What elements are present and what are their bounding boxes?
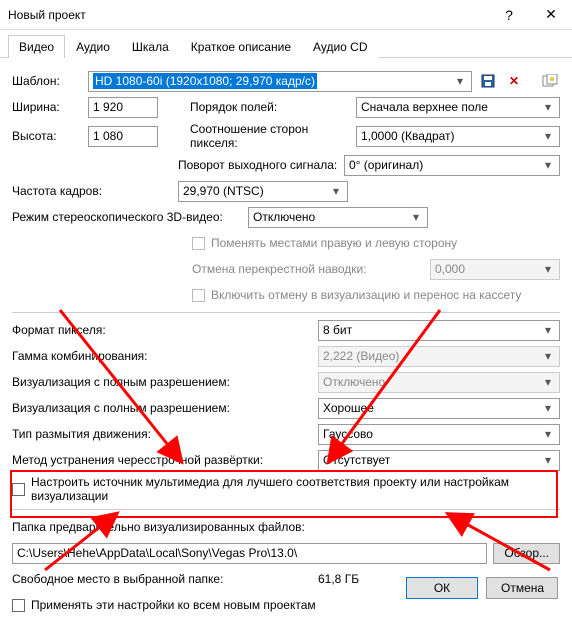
tab-audiocd[interactable]: Аудио CD — [302, 35, 379, 58]
tab-audio[interactable]: Аудио — [65, 35, 121, 58]
fieldorder-select[interactable]: Сначала верхнее поле▾ — [356, 97, 560, 118]
pixfmt-label: Формат пикселя: — [12, 323, 312, 337]
fullres2-select[interactable]: Хорошее▾ — [318, 398, 560, 419]
tab-ruler[interactable]: Шкала — [121, 35, 180, 58]
fieldorder-label: Порядок полей: — [190, 100, 350, 114]
tab-bar: Видео Аудио Шкала Краткое описание Аудио… — [0, 30, 572, 58]
width-label: Ширина: — [12, 100, 82, 114]
deinterlace-label: Метод устранения чересстрочной развёртки… — [12, 453, 312, 467]
save-template-icon[interactable] — [478, 71, 498, 91]
fullres2-label: Визуализация с полным разрешением: — [12, 401, 312, 415]
par-label: Соотношение сторон пикселя: — [190, 122, 350, 150]
motionblur-label: Тип размытия движения: — [12, 427, 312, 441]
pixfmt-select[interactable]: 8 бит▾ — [318, 320, 560, 341]
fullres1-label: Визуализация с полным разрешением: — [12, 375, 312, 389]
rotation-label: Поворот выходного сигнала: — [178, 158, 338, 172]
browse-button[interactable]: Обзор... — [493, 543, 560, 564]
rotation-select[interactable]: 0° (оригинал)▾ — [344, 155, 560, 176]
gamma-label: Гамма комбинирования: — [12, 349, 312, 363]
dialog-buttons: ОК Отмена — [406, 577, 558, 599]
chevron-down-icon: ▾ — [541, 158, 555, 172]
chevron-down-icon: ▾ — [541, 427, 555, 441]
tab-video[interactable]: Видео — [8, 35, 65, 58]
freespace-label: Свободное место в выбранной папке: — [12, 572, 312, 586]
ok-button[interactable]: ОК — [406, 577, 478, 599]
freespace-value: 61,8 ГБ — [318, 572, 359, 586]
swap-label: Поменять местами правую и левую сторону — [211, 236, 457, 250]
cancel-button[interactable]: Отмена — [486, 577, 558, 599]
window-title: Новый проект — [0, 8, 488, 22]
include-checkbox — [192, 289, 205, 302]
tab-content: Шаблон: HD 1080-60i (1920x1080; 29,970 к… — [0, 58, 572, 628]
help-button[interactable]: ? — [488, 0, 530, 30]
tab-summary[interactable]: Краткое описание — [180, 35, 302, 58]
width-input[interactable] — [88, 97, 158, 118]
applyall-checkbox[interactable] — [12, 599, 25, 612]
chevron-down-icon: ▾ — [541, 453, 555, 467]
deinterlace-select[interactable]: Отсутствует▾ — [318, 450, 560, 471]
crosstalk-label: Отмена перекрестной наводки: — [192, 262, 424, 276]
par-select[interactable]: 1,0000 (Квадрат)▾ — [356, 126, 560, 147]
framerate-label: Частота кадров: — [12, 184, 172, 198]
close-button[interactable]: ✕ — [530, 0, 572, 30]
fullres1-select: Отключено▾ — [318, 372, 560, 393]
chevron-down-icon: ▾ — [541, 323, 555, 337]
chevron-down-icon: ▾ — [329, 184, 343, 198]
height-label: Высота: — [12, 129, 82, 143]
chevron-down-icon: ▾ — [541, 129, 555, 143]
crosstalk-input: 0,000▾ — [430, 259, 560, 280]
swap-checkbox — [192, 237, 205, 250]
chevron-down-icon: ▾ — [453, 74, 467, 88]
titlebar: Новый проект ? ✕ — [0, 0, 572, 30]
chevron-down-icon: ▾ — [541, 401, 555, 415]
framerate-select[interactable]: 29,970 (NTSC)▾ — [178, 181, 348, 202]
prerender-path-input[interactable] — [12, 543, 487, 564]
include-label: Включить отмену в визуализацию и перенос… — [211, 288, 521, 302]
stereo-select[interactable]: Отключено▾ — [248, 207, 428, 228]
motionblur-select[interactable]: Гауссово▾ — [318, 424, 560, 445]
applyall-label: Применять эти настройки ко всем новым пр… — [31, 598, 316, 612]
gamma-select: 2,222 (Видео)▾ — [318, 346, 560, 367]
chevron-down-icon: ▾ — [541, 100, 555, 114]
prerender-label: Папка предварительно визуализированных ф… — [12, 520, 305, 534]
template-value: HD 1080-60i (1920x1080; 29,970 кадр/с) — [93, 73, 317, 89]
delete-template-icon[interactable]: ✕ — [504, 71, 524, 91]
match-media-icon[interactable] — [540, 71, 560, 91]
height-input[interactable] — [88, 126, 158, 147]
chevron-down-icon: ▾ — [409, 210, 423, 224]
template-label: Шаблон: — [12, 74, 82, 88]
adjustsrc-checkbox[interactable] — [12, 483, 25, 496]
template-select[interactable]: HD 1080-60i (1920x1080; 29,970 кадр/с) ▾ — [88, 71, 472, 92]
stereo-label: Режим стереоскопического 3D-видео: — [12, 210, 242, 224]
adjustsrc-label: Настроить источник мультимедиа для лучше… — [31, 475, 560, 503]
